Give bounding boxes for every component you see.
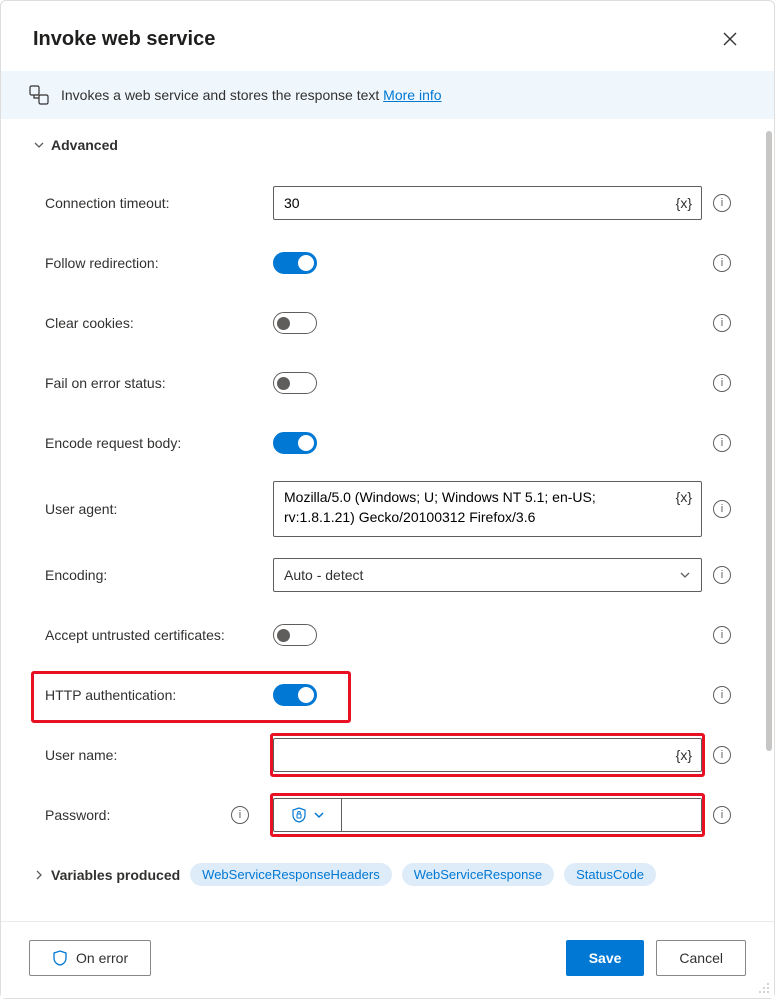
on-error-button[interactable]: On error <box>29 940 151 976</box>
info-icon[interactable]: i <box>231 806 249 824</box>
chevron-down-icon <box>313 809 325 821</box>
fail-on-error-label: Fail on error status: <box>33 375 273 391</box>
info-icon[interactable]: i <box>713 434 731 452</box>
info-icon[interactable]: i <box>713 374 731 392</box>
encoding-value: Auto - detect <box>284 567 363 583</box>
dialog-title: Invoke web service <box>33 28 215 51</box>
connection-timeout-input[interactable] <box>273 186 702 220</box>
connection-timeout-label: Connection timeout: <box>33 195 273 211</box>
resize-grip-icon[interactable] <box>758 982 770 994</box>
follow-redirection-toggle[interactable] <box>273 252 317 274</box>
variable-token-button[interactable]: {x} <box>676 195 692 211</box>
cancel-button[interactable]: Cancel <box>656 940 746 976</box>
clear-cookies-label: Clear cookies: <box>33 315 273 331</box>
info-banner-text: Invokes a web service and stores the res… <box>61 87 442 103</box>
chevron-down-icon <box>33 139 45 151</box>
shield-icon <box>52 950 68 966</box>
variables-produced-toggle[interactable]: Variables produced <box>33 867 180 883</box>
user-agent-label: User agent: <box>33 501 273 517</box>
fail-on-error-toggle[interactable] <box>273 372 317 394</box>
encoding-select[interactable]: Auto - detect <box>273 558 702 592</box>
user-agent-input[interactable] <box>273 481 702 537</box>
http-auth-label: HTTP authentication: <box>33 687 273 703</box>
scrollbar-thumb[interactable] <box>766 131 772 751</box>
shield-lock-icon <box>291 807 307 823</box>
dialog-body: Advanced Connection timeout: {x} i Follo… <box>1 119 774 921</box>
variable-token-button[interactable]: {x} <box>676 747 692 763</box>
more-info-link[interactable]: More info <box>383 87 441 103</box>
http-auth-toggle[interactable] <box>273 684 317 706</box>
password-label: Password: <box>45 807 110 823</box>
dialog-header: Invoke web service <box>1 1 774 71</box>
close-icon <box>723 32 737 46</box>
accept-untrusted-toggle[interactable] <box>273 624 317 646</box>
info-icon[interactable]: i <box>713 566 731 584</box>
close-button[interactable] <box>714 23 746 55</box>
info-icon[interactable]: i <box>713 254 731 272</box>
web-service-icon <box>29 85 49 105</box>
section-advanced-label: Advanced <box>51 137 118 153</box>
info-icon[interactable]: i <box>713 686 731 704</box>
info-icon[interactable]: i <box>713 194 731 212</box>
variable-chip[interactable]: WebServiceResponseHeaders <box>190 863 392 886</box>
info-icon[interactable]: i <box>713 314 731 332</box>
encode-body-toggle[interactable] <box>273 432 317 454</box>
password-input[interactable] <box>342 799 701 831</box>
save-button[interactable]: Save <box>566 940 645 976</box>
encode-body-label: Encode request body: <box>33 435 273 451</box>
encoding-label: Encoding: <box>33 567 273 583</box>
variables-produced-label: Variables produced <box>51 867 180 883</box>
follow-redirection-label: Follow redirection: <box>33 255 273 271</box>
accept-untrusted-label: Accept untrusted certificates: <box>33 627 273 643</box>
chevron-right-icon <box>33 869 45 881</box>
info-icon[interactable]: i <box>713 746 731 764</box>
info-banner: Invokes a web service and stores the res… <box>1 71 774 119</box>
user-name-input[interactable] <box>273 738 702 772</box>
variable-chip[interactable]: WebServiceResponse <box>402 863 554 886</box>
info-icon[interactable]: i <box>713 500 731 518</box>
variable-chip[interactable]: StatusCode <box>564 863 656 886</box>
variable-token-button[interactable]: {x} <box>676 489 692 505</box>
chevron-down-icon <box>679 569 691 581</box>
section-advanced[interactable]: Advanced <box>33 137 742 153</box>
info-icon[interactable]: i <box>713 806 731 824</box>
password-type-picker[interactable] <box>274 799 342 831</box>
dialog-footer: On error Save Cancel <box>1 921 774 998</box>
clear-cookies-toggle[interactable] <box>273 312 317 334</box>
user-name-label: User name: <box>33 747 273 763</box>
info-icon[interactable]: i <box>713 626 731 644</box>
on-error-label: On error <box>76 950 128 966</box>
